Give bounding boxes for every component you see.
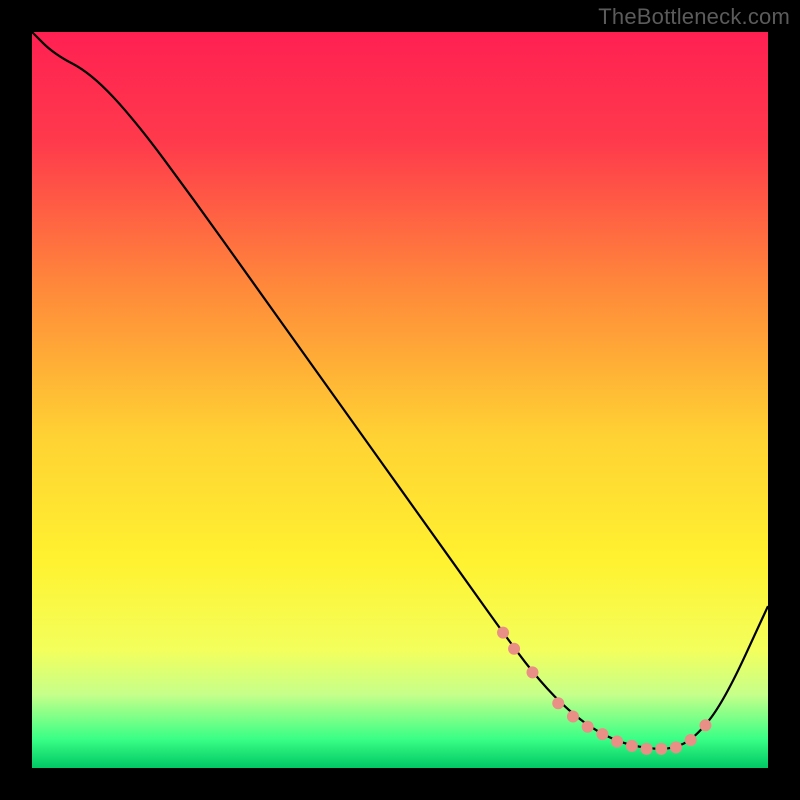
highlight-dot [596,728,608,740]
highlight-dot [641,743,653,755]
plot-area [32,32,768,768]
highlight-dot [611,736,623,748]
watermark-text: TheBottleneck.com [598,4,790,30]
highlight-dot [567,710,579,722]
highlight-dot [508,643,520,655]
highlight-dot [626,740,638,752]
highlight-dot [582,721,594,733]
highlight-dot [670,741,682,753]
highlight-dot [497,627,509,639]
highlight-dot [526,666,538,678]
chart-svg [32,32,768,768]
highlight-dot [552,697,564,709]
gradient-background [32,32,768,768]
highlight-dot [699,719,711,731]
highlight-dot [685,734,697,746]
highlight-dot [655,743,667,755]
chart-frame: TheBottleneck.com [0,0,800,800]
